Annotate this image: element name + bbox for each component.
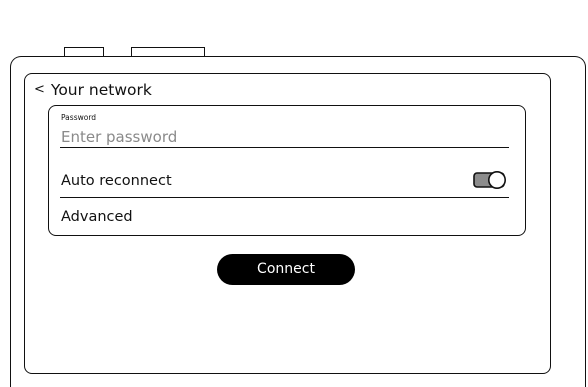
- toggle-switch-icon: [473, 171, 506, 189]
- advanced-row[interactable]: Advanced: [60, 201, 509, 233]
- password-input[interactable]: [60, 126, 509, 148]
- password-field-label: Password: [61, 113, 97, 122]
- advanced-label: Advanced: [61, 208, 133, 225]
- back-button[interactable]: < Your network: [34, 80, 152, 102]
- page-title: Your network: [50, 81, 152, 100]
- back-chevron-icon: <: [34, 81, 45, 97]
- auto-reconnect-row: Auto reconnect: [60, 166, 509, 198]
- auto-reconnect-label: Auto reconnect: [61, 173, 172, 190]
- auto-reconnect-toggle[interactable]: [473, 170, 507, 190]
- connect-button[interactable]: Connect: [217, 254, 355, 285]
